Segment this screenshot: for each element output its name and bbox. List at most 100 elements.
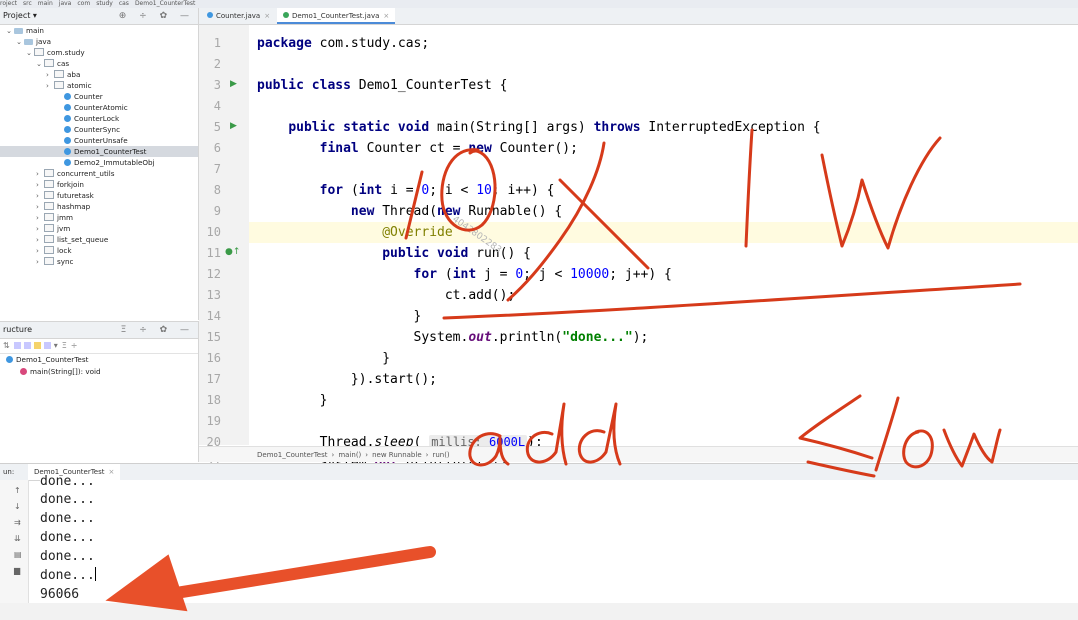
print-icon[interactable]: ▤ [14, 550, 22, 559]
wrap-icon[interactable]: ⇉ [14, 518, 21, 527]
code-line[interactable]: } [249, 306, 1078, 327]
chevron-icon[interactable]: › [36, 234, 44, 245]
trash-icon[interactable]: ▆ [14, 566, 20, 575]
close-icon[interactable]: × [264, 12, 270, 20]
console-output[interactable]: done... done... done... done... done... done.… [40, 474, 1078, 603]
tree-item[interactable]: Demo2_ImmutableObj [0, 157, 198, 168]
editor-crumb[interactable]: › [332, 451, 335, 459]
code-line[interactable]: } [249, 390, 1078, 411]
project-panel-header[interactable]: Project ▾ ⊕ ÷ ✿ — [0, 8, 198, 25]
tree-item[interactable]: › hashmap [0, 201, 198, 212]
code-line[interactable]: public void run() { [249, 243, 1078, 264]
collapse-icon[interactable]: ÷ [71, 341, 82, 350]
tree-item[interactable]: › atomic [0, 80, 198, 91]
structure-toolbar[interactable]: ⇅ ▾Ξ÷ [0, 339, 198, 354]
structure-item-class[interactable]: Demo1_CounterTest [0, 354, 198, 366]
chevron-icon[interactable]: › [36, 168, 44, 179]
tree-item[interactable]: › lock [0, 245, 198, 256]
chevron-icon[interactable]: ⌄ [36, 58, 44, 69]
chevron-icon[interactable]: › [36, 223, 44, 234]
tree-item[interactable]: ⌄ java [0, 36, 198, 47]
code-line[interactable] [249, 54, 1078, 75]
scroll-end-icon[interactable]: ⇊ [14, 534, 21, 543]
editor-crumb[interactable]: main() [338, 451, 361, 459]
editor-crumb[interactable]: Demo1_CounterTest [257, 451, 328, 459]
tree-item[interactable]: Counter [0, 91, 198, 102]
code-line[interactable]: for (int j = 0; j < 10000; j++) { [249, 264, 1078, 285]
tree-item[interactable]: › list_set_queue [0, 234, 198, 245]
run-gutter-icon[interactable]: ▶ [230, 79, 237, 89]
show-methods-icon[interactable] [23, 342, 31, 349]
chevron-icon[interactable]: › [36, 256, 44, 267]
code-line[interactable]: public class Demo1_CounterTest { [249, 75, 1078, 96]
tree-item[interactable]: CounterUnsafe [0, 135, 198, 146]
code-line[interactable]: }).start(); [249, 369, 1078, 390]
tree-item[interactable]: CounterAtomic [0, 102, 198, 113]
structure-panel-tools[interactable]: Ξ ÷ ✿ — [121, 322, 194, 338]
editor-gutter[interactable]: 123456789101112131415161718192021222324▶… [199, 25, 261, 533]
code-line[interactable]: new Thread(new Runnable() { [249, 201, 1078, 222]
nav-crumb[interactable]: roject [0, 0, 17, 7]
show-inherited-icon[interactable] [33, 342, 41, 349]
override-gutter-icon[interactable]: ●↑ [225, 247, 240, 257]
arrow-up-icon[interactable]: ↑ [14, 486, 21, 495]
sort-icon[interactable]: ⇅ [3, 341, 14, 350]
code-line[interactable] [249, 411, 1078, 432]
tree-item[interactable]: ⌄ com.study [0, 47, 198, 58]
nav-crumb[interactable]: src [23, 0, 32, 7]
chevron-icon[interactable]: ⌄ [26, 47, 34, 58]
show-fields-icon[interactable] [13, 342, 21, 349]
chevron-icon[interactable]: ⌄ [16, 36, 24, 47]
tree-item[interactable]: CounterLock [0, 113, 198, 124]
tab-counter-java[interactable]: Counter.java × [201, 8, 276, 24]
code-line[interactable] [249, 96, 1078, 117]
nav-crumb[interactable]: study [96, 0, 113, 7]
chevron-icon[interactable]: › [46, 80, 54, 91]
nav-crumb[interactable]: com [77, 0, 90, 7]
tree-item[interactable]: ⌄ cas [0, 58, 198, 69]
editor-crumb[interactable]: › [365, 451, 368, 459]
editor-crumb[interactable]: new Runnable [372, 451, 422, 459]
structure-item-method[interactable]: main(String[]): void [0, 366, 198, 378]
code-line[interactable]: } [249, 348, 1078, 369]
project-panel-tools[interactable]: ⊕ ÷ ✿ — [119, 8, 194, 24]
run-gutter-icon[interactable]: ▶ [230, 121, 237, 131]
editor-crumb[interactable]: › [426, 451, 429, 459]
tab-demo1-countertest-java[interactable]: Demo1_CounterTest.java × [277, 8, 396, 24]
code-line[interactable]: package com.study.cas; [249, 33, 1078, 54]
tree-item[interactable]: › sync [0, 256, 198, 267]
arrow-down-icon[interactable]: ↓ [14, 502, 21, 511]
code-line[interactable]: System.out.println("done..."); [249, 327, 1078, 348]
chevron-icon[interactable]: › [36, 179, 44, 190]
tree-item[interactable]: CounterSync [0, 124, 198, 135]
code-line[interactable]: @Override [249, 222, 1078, 243]
tree-item[interactable]: › forkjoin [0, 179, 198, 190]
expand-icon[interactable]: Ξ [62, 341, 71, 350]
tree-item[interactable]: › aba [0, 69, 198, 80]
code-line[interactable]: ct.add(); [249, 285, 1078, 306]
nav-crumb[interactable]: java [59, 0, 72, 7]
show-properties-icon[interactable] [43, 342, 51, 349]
tree-item[interactable]: › futuretask [0, 190, 198, 201]
code-line[interactable]: final Counter ct = new Counter(); [249, 138, 1078, 159]
close-icon[interactable]: × [383, 12, 389, 20]
close-icon[interactable]: × [109, 468, 115, 476]
nav-crumb[interactable]: main [38, 0, 53, 7]
tree-item[interactable]: › jmm [0, 212, 198, 223]
code-editor[interactable]: package com.study.cas; public class Demo1… [249, 25, 1078, 513]
filter-icon[interactable]: ▾ [54, 341, 62, 350]
code-line[interactable]: for (int i = 0; i < 10; i++) { [249, 180, 1078, 201]
chevron-icon[interactable]: ⌄ [6, 25, 14, 36]
chevron-icon[interactable]: › [46, 69, 54, 80]
chevron-icon[interactable]: › [36, 212, 44, 223]
tree-item[interactable]: › concurrent_utils [0, 168, 198, 179]
editor-crumb[interactable]: run() [432, 451, 449, 459]
tree-item[interactable]: Demo1_CounterTest [0, 146, 198, 157]
code-line[interactable]: public static void main(String[] args) t… [249, 117, 1078, 138]
nav-crumb[interactable]: cas [119, 0, 129, 7]
nav-crumb[interactable]: Demo1_CounterTest [135, 0, 195, 7]
project-view-selector[interactable]: Project ▾ [3, 11, 37, 20]
chevron-icon[interactable]: › [36, 190, 44, 201]
chevron-icon[interactable]: › [36, 245, 44, 256]
tree-item[interactable]: › jvm [0, 223, 198, 234]
